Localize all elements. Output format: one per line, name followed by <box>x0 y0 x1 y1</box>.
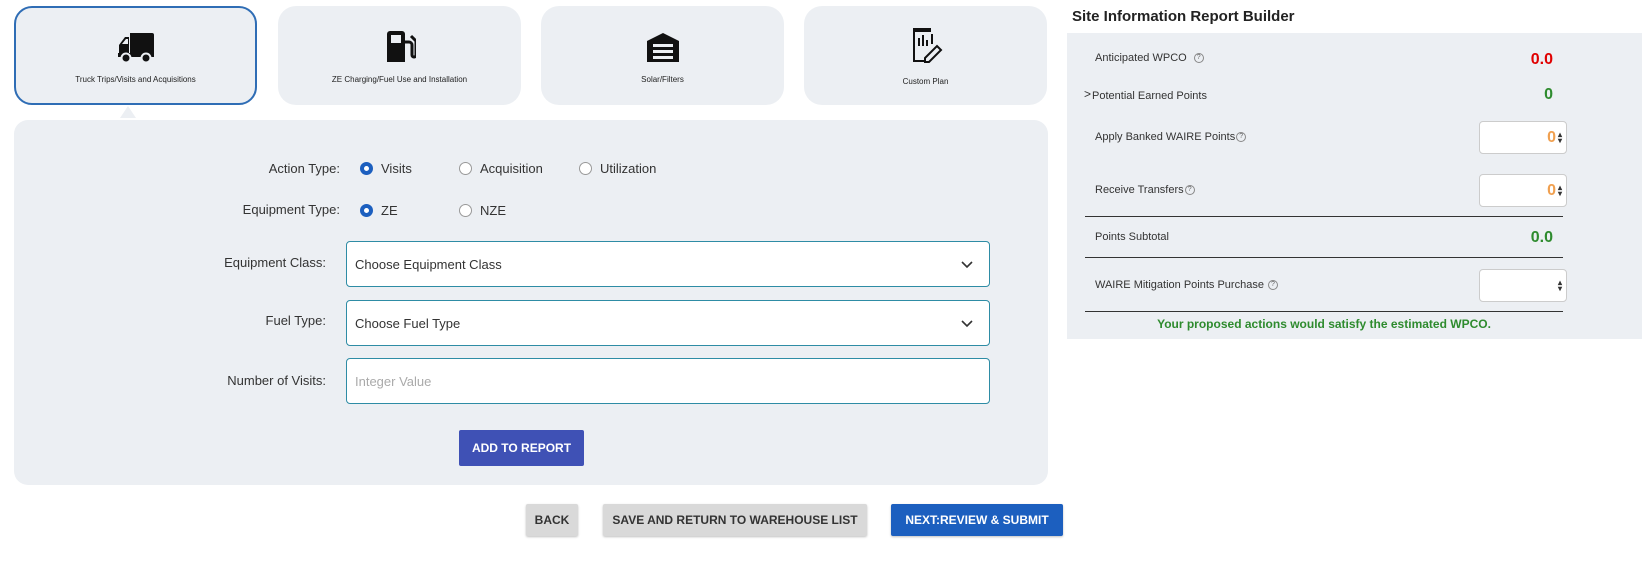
tab-label: Solar/Filters <box>641 75 684 84</box>
mitigation-purchase-row: WAIRE Mitigation Points Purchase ? <box>1095 279 1278 291</box>
number-of-visits-input[interactable]: Integer Value <box>346 358 990 404</box>
mitigation-purchase-input[interactable]: ▴ ▾ <box>1479 269 1567 302</box>
spin-value: 0 <box>1547 128 1556 146</box>
next-review-submit-button[interactable]: NEXT:REVIEW & SUBMIT <box>891 504 1063 536</box>
fuel-type-select[interactable]: Choose Fuel Type <box>346 300 990 346</box>
banked-waire-input[interactable]: 0 ▴ ▾ <box>1479 121 1567 154</box>
fuel-type-label: Fuel Type: <box>265 313 326 328</box>
save-return-button[interactable]: SAVE AND RETURN TO WAREHOUSE LIST <box>603 504 867 536</box>
number-of-visits-label: Number of Visits: <box>227 373 326 388</box>
spinner-arrows-icon[interactable]: ▴ ▾ <box>1558 183 1562 197</box>
radio-dot <box>459 162 472 175</box>
radio-dot <box>360 162 373 175</box>
chevron-down-icon <box>961 257 973 272</box>
warehouse-icon <box>643 27 683 67</box>
add-to-report-button[interactable]: ADD TO REPORT <box>459 430 584 466</box>
chevron-right-icon[interactable]: > <box>1084 87 1091 101</box>
anticipated-wpco-row: Anticipated WPCO ? <box>1095 52 1204 64</box>
receive-transfers-input[interactable]: 0 ▴ ▾ <box>1479 174 1567 207</box>
radio-nze[interactable]: NZE <box>459 203 506 218</box>
equipment-class-select[interactable]: Choose Equipment Class <box>346 241 990 287</box>
back-button[interactable]: BACK <box>526 504 578 536</box>
help-icon[interactable]: ? <box>1184 185 1195 195</box>
select-value: Choose Equipment Class <box>355 256 502 272</box>
radio-label: Acquisition <box>480 161 543 176</box>
action-type-label: Action Type: <box>268 161 340 176</box>
status-message: Your proposed actions would satisfy the … <box>1157 317 1491 331</box>
tab-solar-filters[interactable]: Solar/Filters <box>541 6 784 105</box>
row-label: Apply Banked WAIRE Points <box>1095 131 1236 143</box>
active-tab-pointer <box>120 106 136 118</box>
anticipated-wpco-value: 0.0 <box>1530 51 1553 68</box>
radio-label: Utilization <box>600 161 657 176</box>
tab-label: Truck Trips/Visits and Acquisitions <box>75 75 196 84</box>
tab-label: Custom Plan <box>902 77 949 86</box>
equipment-class-label: Equipment Class: <box>224 255 326 270</box>
spinner-arrows-icon[interactable]: ▴ ▾ <box>1558 130 1562 144</box>
truck-icon <box>116 27 156 67</box>
radio-dot <box>459 204 472 217</box>
fuel-pump-icon <box>380 27 420 67</box>
tab-truck-trips[interactable]: Truck Trips/Visits and Acquisitions <box>14 6 257 105</box>
tab-ze-charging[interactable]: ZE Charging/Fuel Use and Installation <box>278 6 521 105</box>
input-placeholder: Integer Value <box>355 373 432 389</box>
radio-label: Visits <box>381 161 412 176</box>
chevron-down-icon <box>961 316 973 331</box>
tab-label: ZE Charging/Fuel Use and Installation <box>331 75 468 84</box>
radio-ze[interactable]: ZE <box>360 203 398 218</box>
radio-visits[interactable]: Visits <box>360 161 412 176</box>
radio-label: ZE <box>381 203 398 218</box>
potential-earned-value: 0 <box>1544 86 1553 103</box>
radio-utilization[interactable]: Utilization <box>579 161 656 176</box>
help-icon[interactable]: ? <box>1267 280 1278 290</box>
row-label: Anticipated WPCO <box>1095 52 1187 64</box>
radio-label: NZE <box>480 203 506 218</box>
select-value: Choose Fuel Type <box>355 315 461 331</box>
points-subtotal-row: Points Subtotal <box>1095 231 1169 243</box>
row-label: Points Subtotal <box>1095 231 1169 243</box>
spinner-arrows-icon[interactable]: ▴ ▾ <box>1558 278 1562 292</box>
help-icon[interactable]: ? <box>1193 53 1204 63</box>
custom-plan-icon <box>906 25 946 65</box>
row-label: Potential Earned Points <box>1092 90 1207 102</box>
divider <box>1085 311 1563 312</box>
divider <box>1085 257 1563 258</box>
receive-transfers-row: Receive Transfers ? <box>1095 184 1195 196</box>
divider <box>1085 216 1563 217</box>
potential-earned-row[interactable]: > Potential Earned Points <box>1084 86 1207 102</box>
report-title: Site Information Report Builder <box>1072 8 1295 25</box>
row-label: Receive Transfers <box>1095 184 1184 196</box>
spin-value: 0 <box>1547 181 1556 199</box>
radio-dot <box>360 204 373 217</box>
row-label: WAIRE Mitigation Points Purchase <box>1095 279 1264 291</box>
radio-acquisition[interactable]: Acquisition <box>459 161 543 176</box>
points-subtotal-value: 0.0 <box>1530 229 1553 246</box>
equipment-type-label: Equipment Type: <box>242 202 340 217</box>
banked-waire-row: Apply Banked WAIRE Points ? <box>1095 131 1247 143</box>
help-icon[interactable]: ? <box>1236 132 1247 142</box>
app-root: Truck Trips/Visits and Acquisitions ZE C… <box>0 0 1642 573</box>
tab-custom-plan[interactable]: Custom Plan <box>804 6 1047 105</box>
radio-dot <box>579 162 592 175</box>
